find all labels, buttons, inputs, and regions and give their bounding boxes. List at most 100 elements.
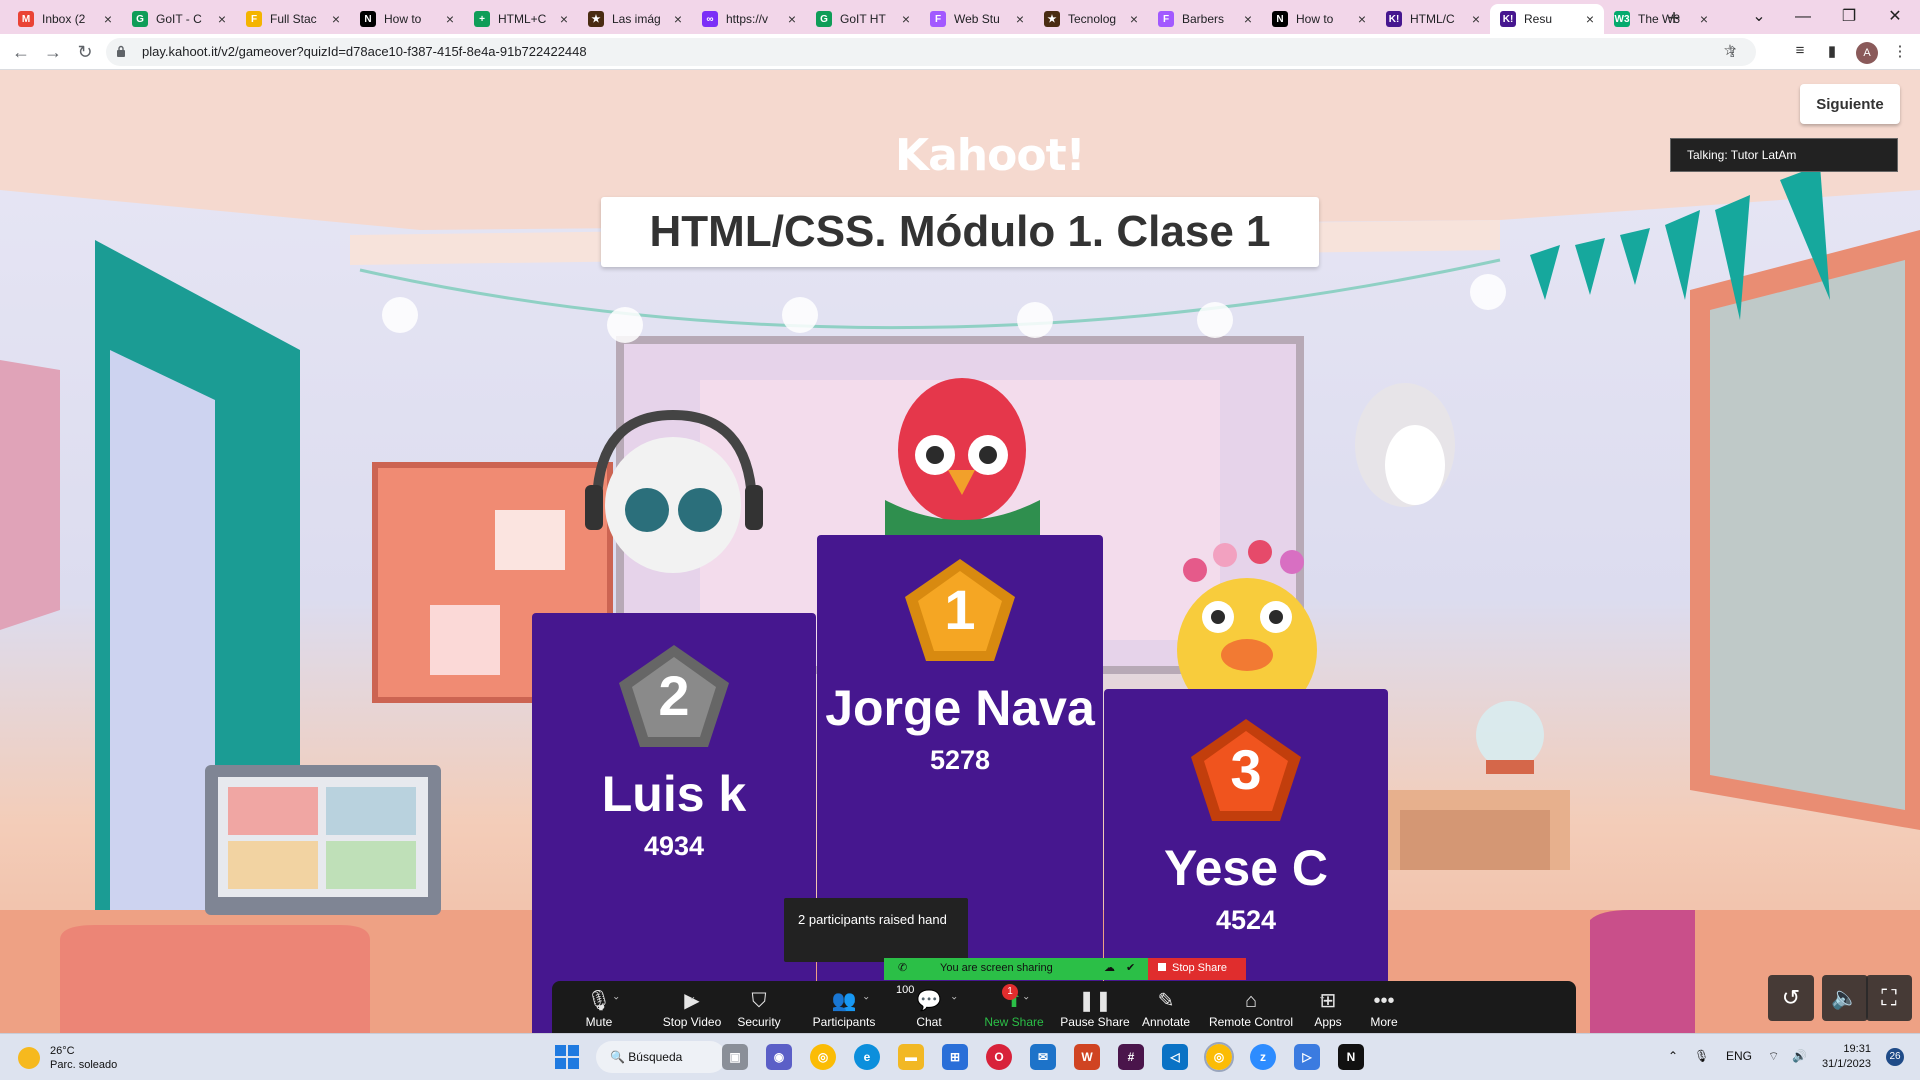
new-tab-button[interactable]: + xyxy=(1660,5,1688,33)
url-text[interactable]: play.kahoot.it/v2/gameover?quizId=d78ace… xyxy=(142,44,587,59)
browser-menu-icon[interactable]: ⋮ xyxy=(1890,42,1910,62)
notion-icon[interactable]: N xyxy=(1338,1044,1364,1070)
bookmark-star-icon[interactable]: ☆ xyxy=(1720,41,1740,61)
close-tab-icon[interactable]: × xyxy=(214,11,230,27)
task-view-icon[interactable]: ▣ xyxy=(722,1044,748,1070)
browser-tab[interactable]: + HTML+C × xyxy=(464,4,578,34)
close-tab-icon[interactable]: × xyxy=(1696,11,1712,27)
minimize-button[interactable]: — xyxy=(1780,3,1826,31)
close-tab-icon[interactable]: × xyxy=(1354,11,1370,27)
mail-icon[interactable]: ✉ xyxy=(1030,1044,1056,1070)
zoom-icon[interactable]: z xyxy=(1250,1044,1276,1070)
browser-tab[interactable]: F Barbers × xyxy=(1148,4,1262,34)
browser-tab[interactable]: F Full Stac × xyxy=(236,4,350,34)
more-button[interactable]: ••• More xyxy=(1354,981,1414,1033)
chevron-down-icon[interactable]: ⌃ xyxy=(1022,989,1030,1000)
profile-avatar[interactable]: A xyxy=(1856,42,1878,64)
tab-search-icon[interactable]: ⌄ xyxy=(1736,3,1782,31)
security-button[interactable]: ⛉ Security xyxy=(724,981,794,1033)
browser-tab[interactable]: ★ Tecnolog × xyxy=(1034,4,1148,34)
teams-chat-icon[interactable]: ◉ xyxy=(766,1044,792,1070)
participants-button[interactable]: 👥 Participants xyxy=(794,981,894,1033)
back-icon[interactable]: ← xyxy=(8,40,34,64)
browser-tab[interactable]: M Inbox (2 × xyxy=(8,4,122,34)
weather-widget[interactable]: 26°C Parc. soleado xyxy=(18,1044,117,1072)
chevron-down-icon[interactable]: ⌃ xyxy=(862,989,870,1000)
reload-icon[interactable]: ↻ xyxy=(72,40,98,64)
browser-tab[interactable]: F Web Stu × xyxy=(920,4,1034,34)
close-tab-icon[interactable]: × xyxy=(556,11,572,27)
browser-tab[interactable]: K! HTML/C × xyxy=(1376,4,1490,34)
edge-icon[interactable]: e xyxy=(854,1044,880,1070)
cloud-icon: ☁ xyxy=(1104,962,1115,974)
place-number: 3 xyxy=(1230,738,1262,801)
control-label: Stop Video xyxy=(662,1015,722,1029)
windows-start-icon[interactable] xyxy=(555,1045,579,1069)
fullscreen-icon[interactable]: ⛶ xyxy=(1866,975,1912,1021)
annotate-button[interactable]: ✎ Annotate xyxy=(1132,981,1200,1033)
chevron-down-icon[interactable]: ⌃ xyxy=(950,989,958,1000)
forward-icon[interactable]: → xyxy=(40,40,66,64)
browser-tab[interactable]: ∞ https://v × xyxy=(692,4,806,34)
clock[interactable]: 19:31 31/1/2023 xyxy=(1822,1042,1871,1072)
reading-list-icon[interactable]: ≡ xyxy=(1790,42,1810,62)
wifi-icon[interactable]: ⌔ xyxy=(1768,1049,1779,1064)
browser-tab[interactable]: N How to × xyxy=(1262,4,1376,34)
restore-button[interactable]: ❐ xyxy=(1826,3,1872,31)
browser-tab[interactable]: G GoIT HT × xyxy=(806,4,920,34)
volume-icon[interactable]: 🔈 xyxy=(1822,975,1868,1021)
browser-tab[interactable]: ★ Las imág × xyxy=(578,4,692,34)
chevron-up-icon[interactable]: ⌃ xyxy=(1668,1049,1678,1063)
apps-button[interactable]: ⊞ Apps xyxy=(1302,981,1354,1033)
close-tab-icon[interactable]: × xyxy=(328,11,344,27)
close-tab-icon[interactable]: × xyxy=(670,11,686,27)
chrome-profile-icon[interactable]: ◎ xyxy=(1204,1042,1234,1072)
next-button[interactable]: Siguiente xyxy=(1800,84,1900,124)
close-tab-icon[interactable]: × xyxy=(1240,11,1256,27)
tab-title: How to xyxy=(1296,12,1334,26)
stop-share-button[interactable]: Stop Share xyxy=(1148,958,1246,980)
people-icon: 👥 xyxy=(831,990,857,1012)
language-indicator[interactable]: ENG xyxy=(1726,1049,1752,1063)
speaker-icon[interactable]: 🔊 xyxy=(1792,1049,1807,1063)
chevron-down-icon[interactable]: ⌃ xyxy=(612,989,620,1000)
close-tab-icon[interactable]: × xyxy=(100,11,116,27)
browser-tab[interactable]: N How to × xyxy=(350,4,464,34)
close-tab-icon[interactable]: × xyxy=(1012,11,1028,27)
close-tab-icon[interactable]: × xyxy=(1126,11,1142,27)
side-panel-icon[interactable]: ▮ xyxy=(1822,42,1842,62)
screen-sharing-status-bar[interactable]: ✆ You are screen sharing ☁ ✔ xyxy=(884,958,1148,980)
vscode-icon[interactable]: ◁ xyxy=(1162,1044,1188,1070)
notification-badge[interactable]: 26 xyxy=(1886,1048,1904,1066)
close-tab-icon[interactable]: × xyxy=(784,11,800,27)
close-window-button[interactable]: ✕ xyxy=(1872,3,1918,31)
close-tab-icon[interactable]: × xyxy=(1468,11,1484,27)
raised-hands-notification[interactable]: 2 participants raised hand xyxy=(784,898,968,962)
mute-button[interactable]: 🎙 Mute xyxy=(564,981,634,1033)
browser-toolbar: ← → ↻ play.kahoot.it/v2/gameover?quizId=… xyxy=(0,34,1920,70)
opera-icon[interactable]: O xyxy=(986,1044,1012,1070)
chevron-down-icon[interactable]: ⌃ xyxy=(688,989,696,1000)
control-label: Security xyxy=(737,1015,781,1029)
pencil-icon: ✎ xyxy=(1157,990,1175,1012)
taskbar-search[interactable]: 🔍 Búsqueda xyxy=(596,1041,726,1073)
wps-office-icon[interactable]: W xyxy=(1074,1044,1100,1070)
close-tab-icon[interactable]: × xyxy=(442,11,458,27)
browser-tab[interactable]: K! Resu × xyxy=(1490,4,1604,34)
close-tab-icon[interactable]: × xyxy=(1582,11,1598,27)
player-name: Luis k xyxy=(601,766,747,822)
slack-icon[interactable]: # xyxy=(1118,1044,1144,1070)
chevron-down-icon[interactable]: ⌃ xyxy=(1318,989,1326,1000)
remote-control-button[interactable]: ⌂ Remote Control xyxy=(1200,981,1302,1033)
chrome-icon[interactable]: ◎ xyxy=(810,1044,836,1070)
address-bar[interactable]: play.kahoot.it/v2/gameover?quizId=d78ace… xyxy=(106,38,1756,66)
pause-share-button[interactable]: ❚❚ Pause Share xyxy=(1054,981,1136,1033)
close-tab-icon[interactable]: × xyxy=(898,11,914,27)
microphone-icon[interactable]: 🎙 xyxy=(1694,1049,1709,1063)
file-explorer-icon[interactable]: ▬ xyxy=(898,1044,924,1070)
control-label: Apps xyxy=(1314,1015,1342,1029)
replay-icon[interactable]: ↺ xyxy=(1768,975,1814,1021)
browser-tab[interactable]: G GoIT - C × xyxy=(122,4,236,34)
zoom-meeting-icon[interactable]: ▷ xyxy=(1294,1044,1320,1070)
microsoft-store-icon[interactable]: ⊞ xyxy=(942,1044,968,1070)
